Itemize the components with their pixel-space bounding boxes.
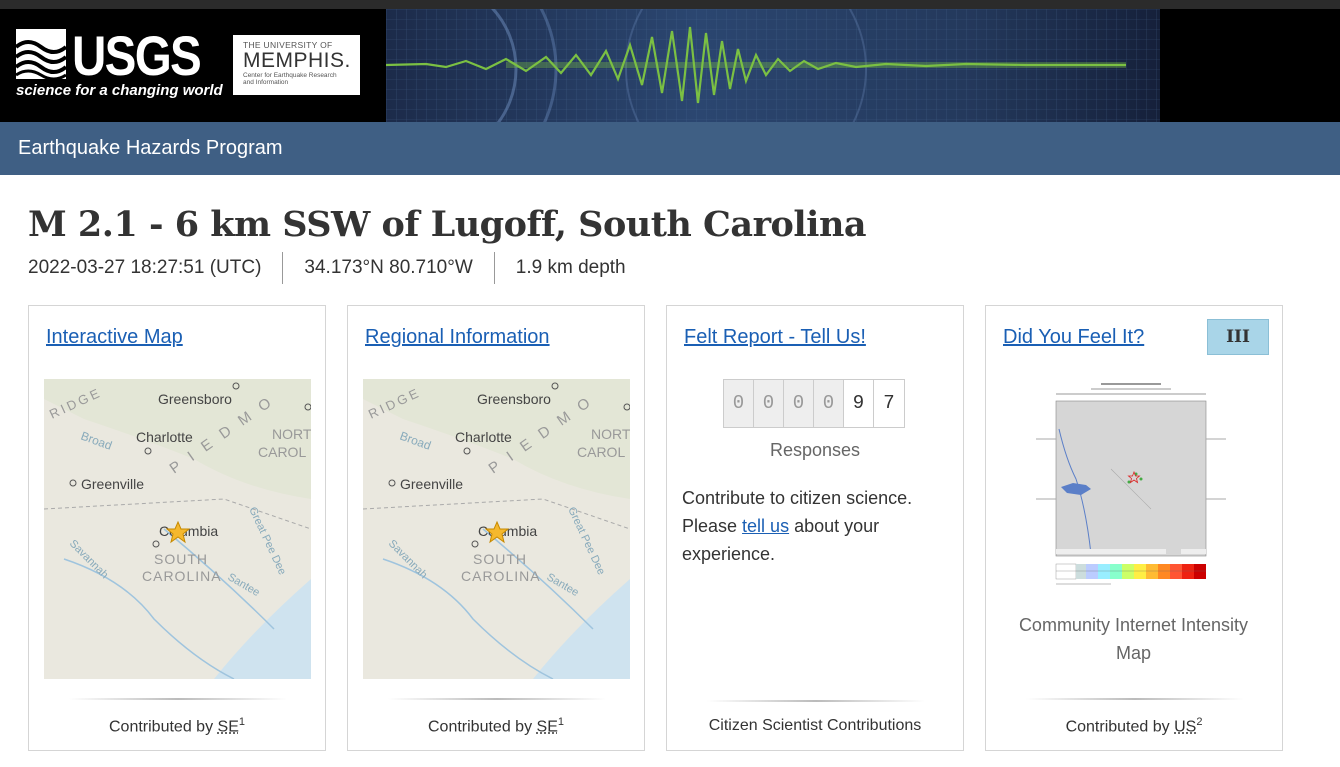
map-label-columbia: Columbia bbox=[159, 523, 218, 539]
map-label-nc-1: NORT bbox=[591, 426, 630, 442]
counter-digit: 0 bbox=[754, 380, 784, 427]
citizen-scientist-label: Citizen Scientist Contributions bbox=[708, 717, 922, 734]
memphis-name: MEMPHIS. bbox=[243, 49, 351, 72]
map-label-carolina: CAROLINA bbox=[461, 568, 541, 584]
contribute-text: Contribute to citizen science. Please te… bbox=[682, 484, 952, 568]
intensity-badge: III bbox=[1207, 319, 1269, 355]
interactive-map-contributor: Contributed by SE1 bbox=[29, 716, 325, 736]
event-depth: 1.9 km depth bbox=[493, 252, 647, 284]
usgs-wordmark: USGS bbox=[72, 24, 202, 87]
intensity-map-thumbnail[interactable] bbox=[1031, 379, 1231, 594]
map-label-charlotte: Charlotte bbox=[455, 429, 512, 445]
regional-information-link[interactable]: Regional Information bbox=[365, 326, 550, 349]
response-counter: 0 0 0 0 9 7 bbox=[723, 379, 905, 428]
counter-digit: 0 bbox=[814, 380, 844, 427]
program-navbar: Earthquake Hazards Program bbox=[0, 122, 1340, 175]
card-divider bbox=[69, 698, 287, 700]
dyfi-link[interactable]: Did You Feel It? bbox=[1003, 326, 1144, 349]
intensity-map-caption: Community Internet Intensity Map bbox=[1018, 615, 1249, 663]
felt-report-link[interactable]: Felt Report - Tell Us! bbox=[684, 326, 866, 349]
footnote-ref[interactable]: 1 bbox=[239, 716, 245, 728]
map-label-south: SOUTH bbox=[154, 551, 208, 567]
card-did-you-feel-it: Did You Feel It? III Community Internet … bbox=[985, 305, 1283, 751]
interactive-map-link[interactable]: Interactive Map bbox=[46, 326, 183, 349]
regional-info-contributor: Contributed by SE1 bbox=[348, 716, 644, 736]
map-label-columbia: Columbia bbox=[478, 523, 537, 539]
map-label-greenville: Greenville bbox=[81, 476, 144, 492]
footnote-ref[interactable]: 1 bbox=[558, 716, 564, 728]
map-label-greensboro: Greensboro bbox=[477, 391, 551, 407]
event-location: 34.173°N 80.710°W bbox=[282, 252, 493, 284]
site-header: USGS science for a changing world THE UN… bbox=[0, 9, 1340, 122]
tell-us-link[interactable]: tell us bbox=[742, 516, 789, 536]
contributed-by-label: Contributed by bbox=[428, 718, 537, 736]
network-se: SE bbox=[536, 718, 558, 736]
card-divider bbox=[1026, 698, 1244, 700]
card-felt-report: Felt Report - Tell Us! 0 0 0 0 9 7 Respo… bbox=[666, 305, 964, 751]
map-label-charlotte: Charlotte bbox=[136, 429, 193, 445]
browser-top-strip bbox=[0, 0, 1340, 9]
map-label-greensboro: Greensboro bbox=[158, 391, 232, 407]
map-label-nc-2: CAROL bbox=[577, 444, 625, 460]
map-label-nc-1: NORT bbox=[272, 426, 311, 442]
map-label-greenville: Greenville bbox=[400, 476, 463, 492]
counter-digit: 0 bbox=[724, 380, 754, 427]
interactive-map-thumbnail[interactable]: RIDGE Greensboro Charlotte P I E D M O N… bbox=[44, 379, 311, 679]
card-regional-information: Regional Information RIDGE Greensboro Ch… bbox=[347, 305, 645, 751]
memphis-sub2: and Information bbox=[243, 79, 289, 86]
card-interactive-map: Interactive Map RIDGE Greensboro Charlot… bbox=[28, 305, 326, 751]
event-metadata: 2022-03-27 18:27:51 (UTC) 34.173°N 80.71… bbox=[28, 252, 647, 284]
dyfi-contributor: Contributed by US2 bbox=[986, 716, 1282, 736]
page-title: M 2.1 - 6 km SSW of Lugoff, South Caroli… bbox=[28, 204, 867, 245]
map-label-south: SOUTH bbox=[473, 551, 527, 567]
seismogram-banner bbox=[386, 9, 1160, 122]
contributed-by-label: Contributed by bbox=[1065, 718, 1175, 736]
map-label-nc-2: CAROL bbox=[258, 444, 306, 460]
card-divider bbox=[388, 698, 606, 700]
card-divider bbox=[707, 700, 925, 702]
usgs-logo[interactable]: USGS science for a changing world bbox=[16, 24, 223, 109]
event-time: 2022-03-27 18:27:51 (UTC) bbox=[28, 257, 262, 278]
program-title[interactable]: Earthquake Hazards Program bbox=[18, 137, 283, 160]
regional-map-thumbnail[interactable]: RIDGE Greensboro Charlotte P I E D M O N… bbox=[363, 379, 630, 679]
footnote-ref[interactable]: 2 bbox=[1196, 716, 1202, 728]
counter-digit: 9 bbox=[844, 380, 874, 427]
network-us: US bbox=[1174, 718, 1197, 736]
responses-label: Responses bbox=[769, 440, 861, 460]
network-se: SE bbox=[217, 718, 239, 736]
map-label-carolina: CAROLINA bbox=[142, 568, 222, 584]
counter-digit: 7 bbox=[874, 380, 904, 427]
usgs-tagline: science for a changing world bbox=[16, 82, 223, 99]
memphis-logo[interactable]: THE UNIVERSITY OF MEMPHIS. Center for Ea… bbox=[233, 35, 360, 95]
memphis-sub1: Center for Earthquake Research bbox=[243, 72, 337, 79]
contributed-by-label: Contributed by bbox=[109, 718, 218, 736]
counter-digit: 0 bbox=[784, 380, 814, 427]
usgs-waves-icon bbox=[16, 29, 66, 79]
